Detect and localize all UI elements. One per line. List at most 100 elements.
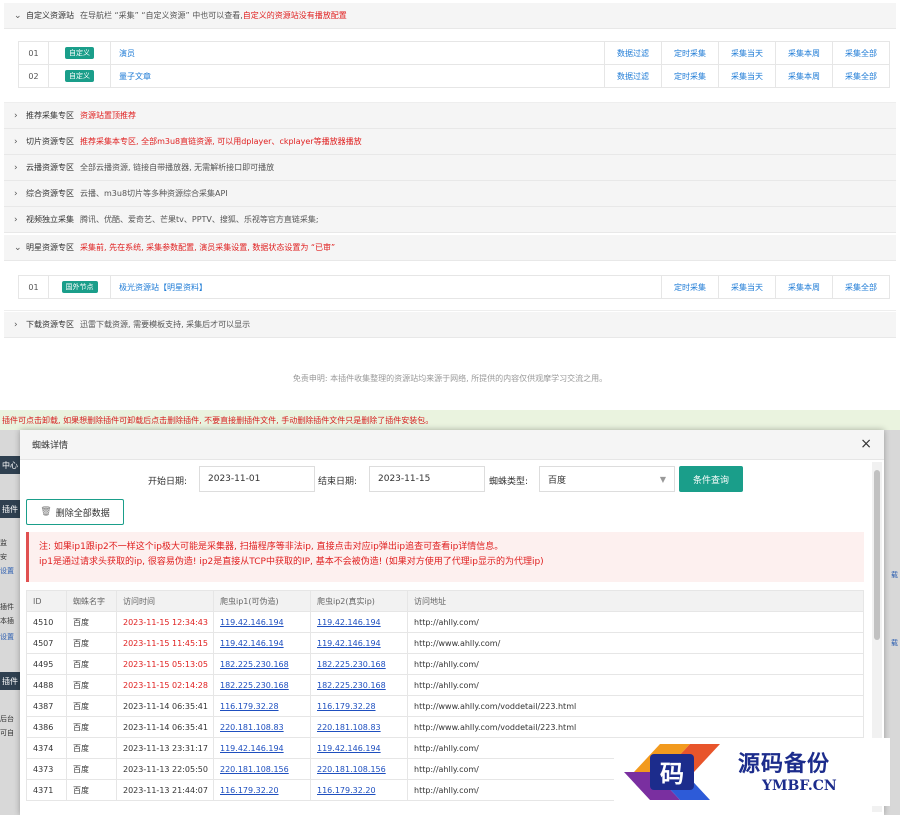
logo-mark-icon: 码 bbox=[624, 744, 720, 800]
ip1-link[interactable]: 182.225.230.168 bbox=[220, 681, 289, 690]
cell-spider-name: 百度 bbox=[67, 717, 117, 737]
section-title: 视频独立采集 bbox=[26, 215, 74, 224]
filter-bar: 开始日期: 2023-11-01 结束日期: 2023-11-15 蜘蛛类型: … bbox=[20, 466, 870, 494]
section-desc: 云播、m3u8切片等多种资源综合采集API bbox=[80, 189, 228, 198]
chevron-right-icon: › bbox=[14, 319, 18, 330]
tag-cell: 自定义 bbox=[49, 65, 111, 87]
ip1-link[interactable]: 182.225.230.168 bbox=[220, 660, 289, 669]
cell-visit-time: 2023-11-14 06:35:41 bbox=[117, 717, 214, 737]
cell-url: http://www.ahlly.com/ bbox=[408, 633, 864, 653]
section-video-header[interactable]: › 视频独立采集 腾讯、优酷、爱奇艺、芒果tv、PPTV、搜狐、乐视等官方直链采… bbox=[4, 207, 896, 233]
ip2-link[interactable]: 182.225.230.168 bbox=[317, 660, 386, 669]
section-general-header[interactable]: › 综合资源专区 云播、m3u8切片等多种资源综合采集API bbox=[4, 181, 896, 207]
cell-url: http://www.ahlly.com/voddetail/223.html bbox=[408, 696, 864, 716]
scrollbar-thumb[interactable] bbox=[874, 470, 880, 640]
source-name-link[interactable]: 极光资源站【明星资料】 bbox=[111, 276, 662, 298]
bg-right-link[interactable]: 载 bbox=[891, 570, 898, 580]
ip1-link[interactable]: 119.42.146.194 bbox=[220, 744, 284, 753]
action-link[interactable]: 采集当天 bbox=[719, 65, 776, 87]
column-header: 爬虫ip2(真实ip) bbox=[311, 591, 408, 611]
cell-visit-time: 2023-11-15 05:13:05 bbox=[117, 654, 214, 674]
source-tag-badge: 自定义 bbox=[65, 47, 94, 59]
ip2-link[interactable]: 220.181.108.83 bbox=[317, 723, 381, 732]
disclaimer-text: 免责申明: 本插件收集整理的资源站均来源于网络, 所提供的内容仅供观摩学习交流之… bbox=[292, 374, 608, 383]
ip1-link[interactable]: 119.42.146.194 bbox=[220, 639, 284, 648]
ip2-link[interactable]: 220.181.108.156 bbox=[317, 765, 386, 774]
bg-right-link[interactable]: 载 bbox=[891, 638, 898, 648]
ip2-link[interactable]: 116.179.32.20 bbox=[317, 786, 376, 795]
section-star-body: 01 国外节点 极光资源站【明星资料】 定时采集 采集当天 采集本周 采集全部 bbox=[4, 261, 896, 311]
cell-visit-time: 2023-11-15 12:34:43 bbox=[117, 612, 214, 632]
source-name-link[interactable]: 演员 bbox=[111, 42, 605, 64]
ip2-link[interactable]: 116.179.32.28 bbox=[317, 702, 376, 711]
action-link[interactable]: 数据过滤 bbox=[605, 65, 662, 87]
action-link[interactable]: 采集当天 bbox=[719, 276, 776, 298]
end-date-input[interactable]: 2023-11-15 bbox=[369, 466, 485, 492]
ip2-link[interactable]: 119.42.146.194 bbox=[317, 744, 381, 753]
cell-ip1: 220.181.108.83 bbox=[214, 717, 311, 737]
end-date-label: 结束日期: bbox=[318, 477, 358, 487]
source-name-link[interactable]: 量子文章 bbox=[111, 65, 605, 87]
action-link[interactable]: 定时采集 bbox=[662, 65, 719, 87]
action-link[interactable]: 采集本周 bbox=[776, 42, 833, 64]
ip2-link[interactable]: 182.225.230.168 bbox=[317, 681, 386, 690]
source-tag-badge: 自定义 bbox=[65, 70, 94, 82]
modal-header: 蜘蛛详情 × bbox=[20, 430, 884, 460]
section-cloud-header[interactable]: › 云播资源专区 全部云播资源, 链接自带播放器, 无需解析接口即可播放 bbox=[4, 155, 896, 181]
cell-ip1: 119.42.146.194 bbox=[214, 738, 311, 758]
chevron-right-icon: › bbox=[14, 136, 18, 147]
action-link[interactable]: 采集全部 bbox=[833, 65, 890, 87]
spider-type-label: 蜘蛛类型: bbox=[489, 477, 529, 487]
action-link[interactable]: 采集全部 bbox=[833, 276, 890, 298]
cell-spider-name: 百度 bbox=[67, 654, 117, 674]
cell-ip2: 182.225.230.168 bbox=[311, 654, 408, 674]
column-header: 访问时间 bbox=[117, 591, 214, 611]
action-link[interactable]: 采集当天 bbox=[719, 42, 776, 64]
spider-type-select[interactable]: 百度 ▼ bbox=[539, 466, 675, 492]
ip2-link[interactable]: 119.42.146.194 bbox=[317, 618, 381, 627]
action-link[interactable]: 采集全部 bbox=[833, 42, 890, 64]
delete-all-label: 删除全部数据 bbox=[55, 508, 110, 519]
cell-visit-time: 2023-11-13 22:05:50 bbox=[117, 759, 214, 779]
chevron-right-icon: › bbox=[14, 162, 18, 173]
close-icon[interactable]: × bbox=[860, 436, 872, 452]
section-recommend-header[interactable]: › 推荐采集专区 资源站置顶推荐 bbox=[4, 103, 896, 129]
action-link[interactable]: 定时采集 bbox=[662, 42, 719, 64]
cell-visit-time: 2023-11-15 02:14:28 bbox=[117, 675, 214, 695]
section-custom-header[interactable]: ⌄ 自定义资源站 在导航栏 “采集” “自定义资源” 中也可以查看, 自定义的资… bbox=[4, 3, 896, 29]
query-button[interactable]: 条件查询 bbox=[679, 466, 743, 492]
table-row: 4386 百度 2023-11-14 06:35:41 220.181.108.83 2… bbox=[27, 717, 864, 738]
ip1-link[interactable]: 119.42.146.194 bbox=[220, 618, 284, 627]
chevron-down-icon: ⌄ bbox=[14, 242, 22, 253]
cell-spider-name: 百度 bbox=[67, 738, 117, 758]
section-desc: 全部云播资源, 链接自带播放器, 无需解析接口即可播放 bbox=[80, 163, 275, 172]
cell-ip1: 119.42.146.194 bbox=[214, 633, 311, 653]
cell-ip2: 119.42.146.194 bbox=[311, 738, 408, 758]
table-row: 4510 百度 2023-11-15 12:34:43 119.42.146.194 1… bbox=[27, 612, 864, 633]
section-slice-header[interactable]: › 切片资源专区 推荐采集本专区, 全部m3u8直链资源, 可以用dplayer… bbox=[4, 129, 896, 155]
table-row: 4495 百度 2023-11-15 05:13:05 182.225.230.168… bbox=[27, 654, 864, 675]
delete-all-button[interactable]: 🗑 删除全部数据 bbox=[26, 499, 124, 525]
modal-title: 蜘蛛详情 bbox=[32, 441, 69, 451]
action-link[interactable]: 定时采集 bbox=[662, 276, 719, 298]
start-date-input[interactable]: 2023-11-01 bbox=[199, 466, 315, 492]
ip1-link[interactable]: 116.179.32.20 bbox=[220, 786, 279, 795]
action-link[interactable]: 采集本周 bbox=[776, 276, 833, 298]
cell-visit-time: 2023-11-13 23:31:17 bbox=[117, 738, 214, 758]
cell-url: http://ahlly.com/ bbox=[408, 612, 864, 632]
ip2-link[interactable]: 119.42.146.194 bbox=[317, 639, 381, 648]
cell-spider-name: 百度 bbox=[67, 759, 117, 779]
section-download-header[interactable]: › 下载资源专区 迅雷下载资源, 需要模板支持, 采集后才可以显示 bbox=[4, 312, 896, 338]
action-link[interactable]: 数据过滤 bbox=[605, 42, 662, 64]
cell-id: 4371 bbox=[27, 780, 67, 800]
section-title: 云播资源专区 bbox=[26, 163, 74, 172]
action-link[interactable]: 采集本周 bbox=[776, 65, 833, 87]
ip1-link[interactable]: 220.181.108.156 bbox=[220, 765, 289, 774]
cell-id: 4374 bbox=[27, 738, 67, 758]
ip1-link[interactable]: 220.181.108.83 bbox=[220, 723, 284, 732]
ip1-link[interactable]: 116.179.32.28 bbox=[220, 702, 279, 711]
table-row: 4387 百度 2023-11-14 06:35:41 116.179.32.28 11… bbox=[27, 696, 864, 717]
section-star-header[interactable]: ⌄ 明星资源专区 采集前, 先在系统, 采集参数配置, 演员采集设置, 数据状态… bbox=[4, 235, 896, 261]
source-tag-badge: 国外节点 bbox=[61, 281, 98, 293]
cell-ip1: 116.179.32.20 bbox=[214, 780, 311, 800]
